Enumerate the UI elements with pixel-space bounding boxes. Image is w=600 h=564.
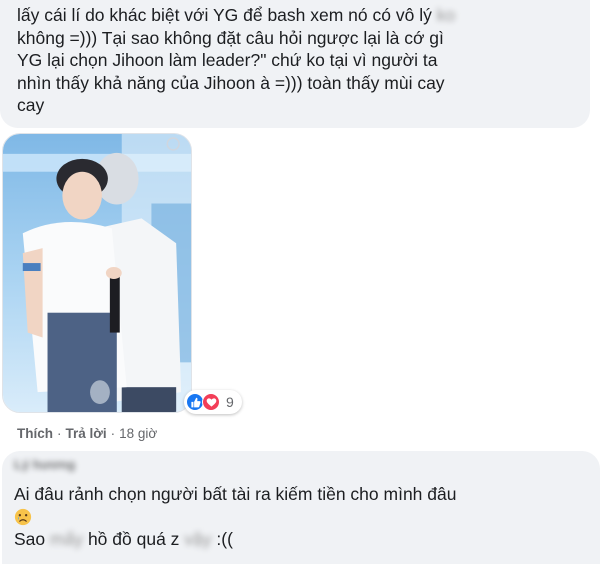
reply-button[interactable]: Trả lời (66, 426, 107, 441)
like-button[interactable]: Thích (17, 426, 53, 441)
separator-dot: · (57, 426, 62, 441)
comment-author[interactable]: Lý hương (14, 457, 588, 475)
blurred-word: ko (436, 5, 456, 25)
comment-photo[interactable] (2, 133, 192, 413)
separator-dot: · (110, 426, 116, 441)
photo-image (3, 134, 191, 412)
sad-face-icon (14, 508, 32, 525)
reaction-summary[interactable]: 9 (184, 390, 242, 414)
blurred-word: vậy (184, 529, 212, 549)
blurred-word: mấy (50, 529, 84, 549)
comment-bubble: Lý hương Ai đâu rảnh chọn người bất tài … (2, 451, 600, 564)
comment-bubble: lấy cái lí do khác biệt với YG để bash x… (0, 0, 590, 128)
comment-text: Ai đâu rảnh chọn người bất tài ra kiếm t… (14, 484, 457, 549)
reaction-count: 9 (226, 394, 234, 410)
comment-text: lấy cái lí do khác biệt với YG để bash x… (17, 5, 456, 115)
comment-actions: Thích · Trả lời · 18 giờ (17, 426, 157, 441)
timestamp[interactable]: 18 giờ (119, 426, 157, 441)
heart-icon (202, 393, 220, 411)
